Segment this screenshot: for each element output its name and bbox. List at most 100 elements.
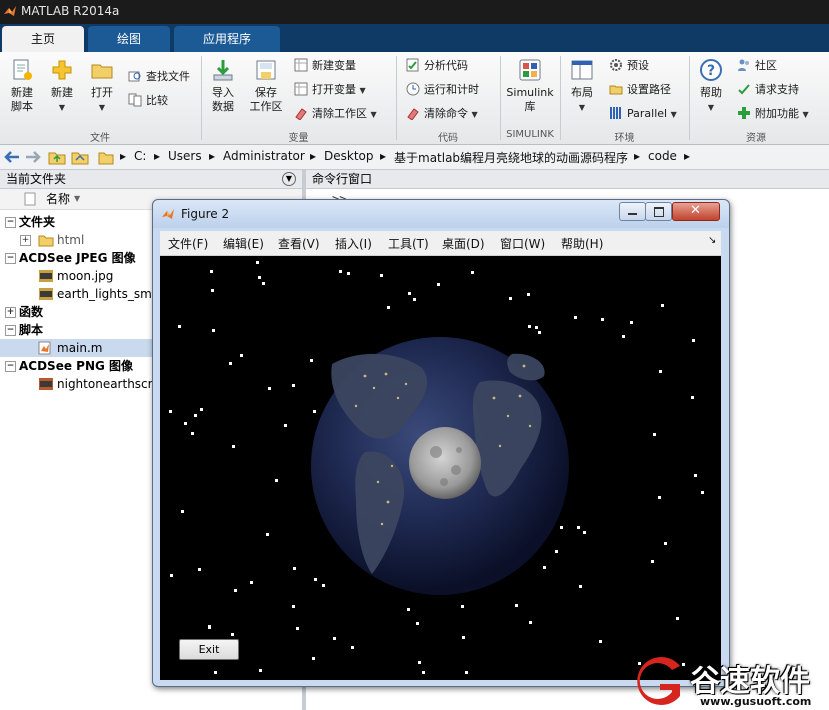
menu-insert[interactable]: 插入(I) <box>335 235 372 252</box>
star <box>599 640 602 643</box>
set-path-label: 设置路径 <box>627 83 671 96</box>
breadcrumb-item[interactable]: code <box>648 149 677 163</box>
star <box>268 387 271 390</box>
open-variable-button[interactable]: 打开变量 ▼ <box>294 82 366 98</box>
menu-help[interactable]: 帮助(H) <box>561 235 603 252</box>
parallel-button[interactable]: Parallel ▼ <box>609 106 677 122</box>
collapse-icon[interactable]: − <box>5 325 16 336</box>
open-button[interactable]: 打开 ▼ <box>86 58 118 115</box>
community-button[interactable]: 社区 <box>737 58 777 74</box>
moon <box>409 427 481 499</box>
current-folder-title: 当前文件夹 <box>6 172 67 186</box>
star <box>658 496 661 499</box>
collapse-icon[interactable]: − <box>5 361 16 372</box>
figure-title-bar[interactable]: Figure 2 ✕ <box>153 200 729 228</box>
compare-label: 比较 <box>146 94 168 107</box>
star <box>275 479 278 482</box>
figure-axes-canvas[interactable]: Exit <box>160 256 721 680</box>
panel-menu-icon[interactable]: ▼ <box>282 172 296 186</box>
layout-icon <box>571 60 593 80</box>
menu-desktop[interactable]: 桌面(D) <box>442 235 485 252</box>
star <box>461 605 464 608</box>
new-script-button[interactable]: 新建 脚本 <box>4 58 40 114</box>
group-label-code: 代码 <box>438 133 458 144</box>
menu-tools[interactable]: 工具(T) <box>388 235 429 252</box>
set-path-button[interactable]: 设置路径 <box>609 82 671 98</box>
layout-caret-icon: ▼ <box>578 103 586 112</box>
group-label-simulink: SIMULINK <box>506 129 554 140</box>
new-variable-button[interactable]: 新建变量 <box>294 58 356 74</box>
star <box>296 627 299 630</box>
breadcrumb-item[interactable]: 基于matlab编程月亮绕地球的动画源码程序 <box>394 149 628 166</box>
star <box>579 585 582 588</box>
dock-arrow-icon[interactable]: ↘ <box>708 235 716 246</box>
name-column-header[interactable]: 名称 <box>46 189 70 209</box>
clear-commands-button[interactable]: 清除命令 ▼ <box>406 106 478 122</box>
preferences-button[interactable]: 预设 <box>609 58 649 74</box>
breadcrumb-item[interactable]: Desktop <box>324 149 374 163</box>
menu-window[interactable]: 窗口(W) <box>500 235 545 252</box>
tab-plots[interactable]: 绘图 <box>88 26 170 52</box>
expand-icon[interactable]: + <box>5 307 16 318</box>
figure-menu-bar: 文件(F) 编辑(E) 查看(V) 插入(I) 工具(T) 桌面(D) 窗口(W… <box>160 231 721 256</box>
clear-commands-label: 清除命令 <box>424 107 468 120</box>
import-data-button[interactable]: 导入 数据 <box>206 58 240 114</box>
matlab-script-icon <box>38 341 51 355</box>
breadcrumb-item[interactable]: Administrator <box>223 149 305 163</box>
back-arrow-icon[interactable] <box>4 150 20 164</box>
help-button[interactable]: ? 帮助 ▼ <box>695 58 727 115</box>
request-support-button[interactable]: 请求支持 <box>737 82 799 98</box>
run-and-time-icon <box>406 82 420 96</box>
request-support-icon <box>738 84 750 95</box>
breadcrumb-separator-icon: ▸ <box>120 149 127 163</box>
menu-view[interactable]: 查看(V) <box>278 235 320 252</box>
open-variable-icon <box>294 82 308 96</box>
star <box>691 396 694 399</box>
star <box>229 362 232 365</box>
open-label: 打开 <box>91 86 113 99</box>
find-files-button[interactable]: 查找文件 <box>128 69 190 85</box>
minimize-button[interactable] <box>619 202 646 221</box>
menu-file[interactable]: 文件(F) <box>168 235 208 252</box>
analyze-code-button[interactable]: 分析代码 <box>406 58 468 74</box>
sort-caret-icon[interactable]: ▼ <box>74 189 80 209</box>
current-folder-header: 当前文件夹 ▼ <box>0 170 302 189</box>
new-script-label: 新建 脚本 <box>11 86 33 113</box>
tab-home[interactable]: 主页 <box>2 26 84 52</box>
group-label-file: 文件 <box>90 133 110 144</box>
close-button[interactable]: ✕ <box>672 202 720 221</box>
run-and-time-button[interactable]: 运行和计时 <box>406 82 479 98</box>
save-workspace-button[interactable]: 保存 工作区 <box>246 58 286 114</box>
app-title-bar: MATLAB R2014a <box>0 0 829 24</box>
star <box>694 474 697 477</box>
new-button[interactable]: 新建 ▼ <box>46 58 78 115</box>
layout-button[interactable]: 布局 ▼ <box>566 58 598 115</box>
breadcrumb-item[interactable]: Users <box>168 149 202 163</box>
community-people-icon <box>738 59 749 71</box>
group-label: ACDSee JPEG 图像 <box>19 251 136 265</box>
collapse-icon[interactable]: − <box>5 253 16 264</box>
group-label: 文件夹 <box>19 215 56 229</box>
breadcrumb-separator-icon: ▸ <box>310 149 317 163</box>
browse-folder-icon[interactable] <box>71 149 89 165</box>
clear-workspace-button[interactable]: 清除工作区 ▼ <box>294 106 377 122</box>
item-label: main.m <box>57 341 103 355</box>
star <box>169 410 172 413</box>
exit-button[interactable]: Exit <box>179 639 239 660</box>
jpg-file-icon <box>39 288 53 300</box>
collapse-icon[interactable]: − <box>5 217 16 228</box>
star <box>266 533 269 536</box>
compare-button[interactable]: 比较 <box>128 93 168 109</box>
tab-apps[interactable]: 应用程序 <box>174 26 280 52</box>
breadcrumb-item[interactable]: C: <box>134 149 146 163</box>
community-label: 社区 <box>755 59 777 72</box>
simulink-library-button[interactable]: Simulink 库 <box>504 58 556 114</box>
add-ons-button[interactable]: 附加功能 ▼ <box>737 106 809 122</box>
expand-icon[interactable]: + <box>20 235 31 246</box>
maximize-button[interactable] <box>645 202 672 221</box>
up-folder-icon[interactable] <box>48 149 66 165</box>
forward-arrow-icon[interactable] <box>25 150 41 164</box>
watermark-logo: 谷速软件 www.gusuoft.com <box>630 652 829 710</box>
menu-edit[interactable]: 编辑(E) <box>223 235 264 252</box>
clear-workspace-caret-icon: ▼ <box>370 110 377 119</box>
